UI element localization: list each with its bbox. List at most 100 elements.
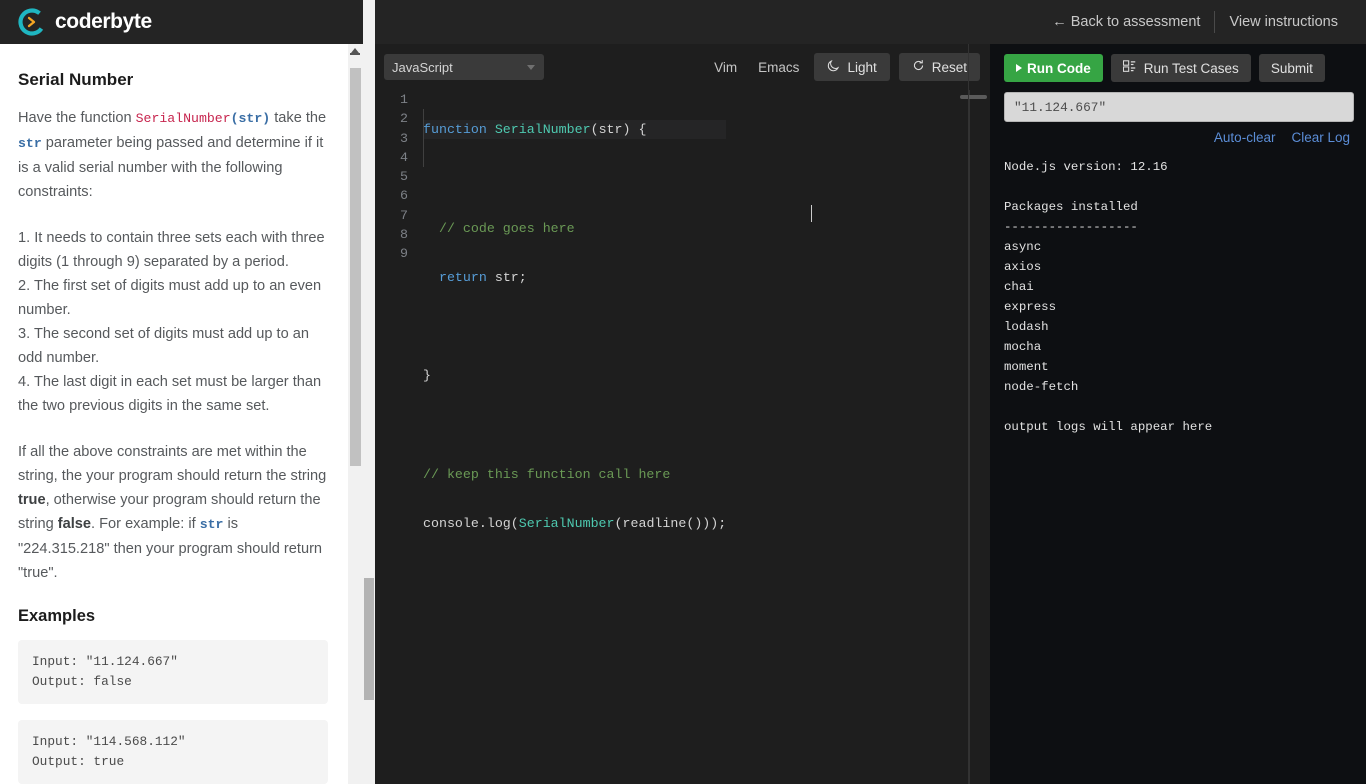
- intro-post: take the: [270, 110, 327, 126]
- page-title: Serial Number: [18, 70, 134, 89]
- vim-mode-button[interactable]: Vim: [708, 56, 743, 79]
- run-code-button[interactable]: Run Code: [1004, 54, 1103, 82]
- play-icon: [1016, 64, 1022, 72]
- console-panel: Run Code Run Test Cases Submit Auto-clea…: [990, 44, 1366, 784]
- stdin-input[interactable]: [1004, 92, 1354, 122]
- line-number: 5: [400, 169, 408, 185]
- constraint-item: 1. It needs to contain three sets each w…: [18, 230, 325, 270]
- view-instructions-link[interactable]: View instructions: [1215, 14, 1352, 30]
- example-output: Output: false: [32, 674, 132, 689]
- constraint-item: 4. The last digit in each set must be la…: [18, 374, 322, 414]
- problem-panel-scrollbar[interactable]: [348, 44, 363, 784]
- moon-icon: [827, 59, 840, 75]
- example-input: Input: "11.124.667": [32, 654, 178, 669]
- emacs-mode-button[interactable]: Emacs: [752, 56, 805, 79]
- intro-pre: Have the function: [18, 110, 136, 126]
- brand: coderbyte: [18, 8, 152, 36]
- run-actions: Run Code Run Test Cases Submit: [990, 44, 1366, 82]
- code-token-keyword: function: [423, 122, 487, 137]
- top-bar: coderbyte ← Back to assessment View inst…: [0, 0, 1366, 44]
- theme-toggle-label: Light: [847, 59, 877, 75]
- editor-horizontal-scrollbar[interactable]: [960, 95, 987, 99]
- code-line: return str;: [423, 268, 726, 287]
- intro-function-arg: (str): [230, 111, 271, 126]
- theme-toggle-button[interactable]: Light: [814, 53, 890, 81]
- clear-log-link[interactable]: Clear Log: [1291, 130, 1350, 145]
- code-text[interactable]: function SerialNumber(str) { // code goe…: [423, 90, 727, 564]
- code-token-comment: // keep this function call here: [423, 467, 671, 483]
- summary-true: true: [18, 492, 46, 508]
- code-token-plain: console.log(: [423, 516, 519, 532]
- code-line: function SerialNumber(str) {: [423, 120, 727, 140]
- code-token-plain: str;: [486, 269, 527, 285]
- constraint-item: 3. The second set of digits must add up …: [18, 326, 309, 366]
- run-code-label: Run Code: [1027, 60, 1091, 76]
- constraints-list: 1. It needs to contain three sets each w…: [18, 226, 328, 418]
- stdin-wrapper: [990, 82, 1366, 122]
- line-number: 4: [400, 149, 408, 165]
- editor-toolbar-actions: Vim Emacs Light Reset: [708, 44, 980, 90]
- code-token-function: SerialNumber: [494, 122, 591, 137]
- example-box: Input: "11.124.667" Output: false: [18, 640, 328, 704]
- text-cursor: [811, 205, 812, 222]
- line-number-gutter: 1 2 3 4 5 6 7 8 9: [375, 90, 417, 784]
- editor-toolbar: JavaScript Vim Emacs Light Reset: [375, 44, 990, 90]
- summary-post: . For example: if: [91, 516, 200, 532]
- line-number: 7: [400, 207, 408, 223]
- console-output: Node.js version: 12.16 Packages installe…: [1004, 160, 1213, 434]
- page-scrollbar[interactable]: [363, 0, 375, 784]
- code-token-keyword: return: [438, 269, 487, 285]
- summary-param: str: [199, 517, 224, 532]
- tasks-icon: [1122, 60, 1137, 76]
- panel-divider: [968, 44, 969, 784]
- chevron-down-icon: [527, 65, 535, 70]
- code-line: // code goes here: [423, 219, 726, 238]
- scrollbar-thumb[interactable]: [364, 578, 374, 700]
- code-area[interactable]: 1 2 3 4 5 6 7 8 9 function SerialNumber(…: [375, 90, 990, 784]
- intro-param: str: [18, 136, 42, 151]
- code-token-plain: }: [423, 368, 431, 384]
- log-actions: Auto-clear Clear Log: [990, 122, 1366, 145]
- auto-clear-link[interactable]: Auto-clear: [1214, 130, 1276, 145]
- summary-pre: If all the above constraints are met wit…: [18, 444, 327, 484]
- line-number: 3: [400, 130, 408, 146]
- code-token-function: SerialNumber: [518, 516, 615, 532]
- summary-false: false: [57, 516, 92, 532]
- example-box: Input: "114.568.112" Output: true: [18, 720, 328, 784]
- code-line: console.log(SerialNumber(readline()));: [423, 514, 726, 533]
- problem-panel: Serial Number Have the function SerialNu…: [0, 44, 348, 784]
- code-token-comment: // code goes here: [438, 220, 575, 236]
- coderbyte-logo-icon: [18, 8, 46, 36]
- code-editor-panel: JavaScript Vim Emacs Light Reset 1 2 3 4…: [375, 44, 990, 784]
- problem-intro: Have the function SerialNumber(str) take…: [18, 106, 328, 204]
- example-input: Input: "114.568.112": [32, 734, 186, 749]
- indent-guide: [423, 109, 424, 167]
- brand-name: coderbyte: [55, 10, 152, 33]
- example-output: Output: true: [32, 754, 125, 769]
- submit-label: Submit: [1270, 60, 1313, 76]
- run-test-cases-button[interactable]: Run Test Cases: [1110, 54, 1251, 82]
- line-number: 2: [400, 111, 408, 127]
- back-to-assessment-link[interactable]: ← Back to assessment: [1038, 14, 1214, 30]
- reset-label: Reset: [931, 59, 967, 75]
- scrollbar-thumb[interactable]: [350, 68, 361, 466]
- intro-function-name: SerialNumber: [135, 111, 231, 126]
- scroll-up-arrow-icon[interactable]: [350, 48, 360, 55]
- code-line: // keep this function call here: [423, 465, 726, 484]
- code-line: }: [423, 366, 726, 385]
- problem-content: Serial Number Have the function SerialNu…: [0, 44, 348, 784]
- intro-tail: parameter being passed and determine if …: [18, 135, 324, 200]
- line-number: 8: [400, 227, 408, 243]
- submit-button[interactable]: Submit: [1258, 54, 1325, 82]
- refresh-icon: [912, 59, 925, 75]
- code-token-plain: (readline()));: [614, 516, 727, 532]
- editor-right-rule: [969, 90, 970, 784]
- constraint-item: 2. The first set of digits must add up t…: [18, 278, 322, 318]
- language-select[interactable]: JavaScript: [384, 54, 544, 80]
- line-number: 6: [400, 188, 408, 204]
- top-nav: ← Back to assessment View instructions: [1038, 11, 1352, 33]
